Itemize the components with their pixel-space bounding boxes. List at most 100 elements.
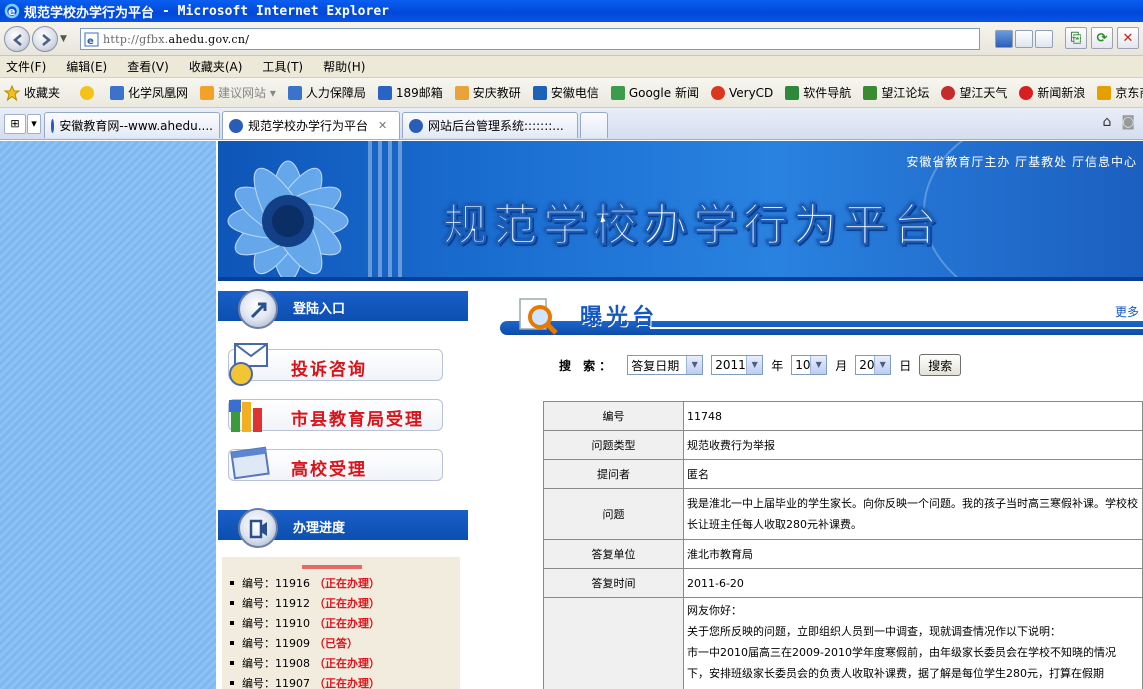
favorites-button[interactable]: 收藏夹 bbox=[4, 84, 60, 101]
left-panel: 登陆入口 投诉咨询 市县教育局受理 高校受理 办理进度 编号： 11916 （正… bbox=[218, 289, 468, 689]
list-item[interactable]: 编号： 11909 （已答） bbox=[222, 633, 460, 653]
help-icon[interactable] bbox=[1015, 30, 1033, 48]
fav-item-12[interactable]: 京东商城 bbox=[1097, 84, 1143, 101]
compat-view-icon[interactable] bbox=[995, 30, 1013, 48]
menu-favorites[interactable]: 收藏夹(A) bbox=[189, 58, 243, 75]
tab-gfbx[interactable]: 规范学校办学行为平台 ✕ bbox=[222, 111, 400, 139]
table-row: 答复单位 淮北市教育局 bbox=[543, 539, 1143, 569]
site-icon bbox=[1097, 85, 1112, 100]
table-row: 问题类型 规范收费行为举报 bbox=[543, 430, 1143, 460]
fav-item-6[interactable]: Google 新闻 bbox=[610, 84, 699, 101]
address-dropdown-icon[interactable] bbox=[1035, 30, 1053, 48]
table-row: 编号 11748 bbox=[543, 401, 1143, 431]
favorites-bar: 收藏夹 化学凤凰网 建议网站 ▾ 人力保障局 189邮箱 安庆教研 安徽电信 G… bbox=[0, 78, 1143, 108]
list-item[interactable]: 编号： 11907 （正在办理） bbox=[222, 673, 460, 689]
menu-file[interactable]: 文件(F) bbox=[6, 58, 46, 75]
fav-item-2[interactable]: 人力保障局 bbox=[287, 84, 366, 101]
detail-table: 编号 11748 问题类型 规范收费行为举报 提问者 匿名 问题 我是淮北一中上届毕业的… bbox=[543, 401, 1143, 689]
forward-button[interactable] bbox=[32, 26, 58, 52]
address-bar[interactable]: e http://gfbx.ahedu.gov.cn/ bbox=[80, 28, 980, 50]
table-row: 答复时间 2011-6-20 bbox=[543, 568, 1143, 598]
menu-view[interactable]: 查看(V) bbox=[127, 58, 169, 75]
site-banner: 安徽省教育厅主办 厅基教处 厅信息中心 规范学校办学行为平台 bbox=[218, 141, 1143, 281]
login-badge-icon bbox=[238, 289, 278, 329]
menu-bar: 文件(F) 编辑(E) 查看(V) 收藏夹(A) 工具(T) 帮助(H) bbox=[0, 56, 1143, 78]
list-item[interactable]: 编号： 11912 （正在办理） bbox=[222, 593, 460, 613]
fav-item-4[interactable]: 安庆教研 bbox=[454, 84, 521, 101]
chevron-down-icon: ▼ bbox=[686, 356, 703, 374]
site-title: 规范学校办学行为平台 bbox=[443, 200, 943, 252]
stop-icon[interactable]: ✕ bbox=[1117, 27, 1139, 49]
site-icon bbox=[863, 85, 878, 100]
back-button[interactable] bbox=[4, 26, 30, 52]
tab-ahedu[interactable]: 安徽教育网--www.ahedu.... bbox=[44, 112, 220, 138]
menu-tools[interactable]: 工具(T) bbox=[262, 58, 303, 75]
add-favorite-icon[interactable] bbox=[80, 85, 98, 100]
page-background bbox=[0, 141, 216, 689]
tab-list-icon[interactable]: ▾ bbox=[27, 114, 41, 134]
site-icon bbox=[287, 85, 302, 100]
progress-badge-icon bbox=[238, 508, 278, 548]
search-label: 搜 索： bbox=[559, 358, 616, 373]
site-icon bbox=[532, 85, 547, 100]
list-item[interactable]: 编号： 11910 （正在办理） bbox=[222, 613, 460, 633]
fav-item-3[interactable]: 189邮箱 bbox=[377, 84, 443, 101]
search-field-select[interactable]: 答复日期 ▼ bbox=[627, 355, 704, 375]
quick-tabs-icon[interactable]: ⊞ bbox=[4, 114, 26, 134]
fav-item-5[interactable]: 安徽电信 bbox=[532, 84, 599, 101]
home-icon[interactable]: ⌂ bbox=[1103, 114, 1112, 130]
more-link[interactable]: 更多 bbox=[1115, 303, 1139, 320]
address-toolbar: ▼ e http://gfbx.ahedu.gov.cn/ ⎘ ⟳ ✕ bbox=[0, 22, 1143, 56]
table-row: 网友你好： 关于您所反映的问题，立即组织人员到一中调查，现就调查情况作以下说明：… bbox=[543, 597, 1143, 689]
refresh-icon[interactable]: ⟳ bbox=[1091, 27, 1113, 49]
new-tab-button[interactable] bbox=[580, 112, 608, 138]
search-form: 搜 索： 答复日期 ▼ 2011 ▼ 年 10 ▼ 月 20 ▼ 日 搜索 bbox=[545, 353, 962, 377]
list-item[interactable]: 编号： 11916 （正在办理） bbox=[222, 573, 460, 593]
complaint-button[interactable]: 投诉咨询 bbox=[228, 343, 443, 386]
fav-item-9[interactable]: 望江论坛 bbox=[863, 84, 929, 101]
list-item[interactable]: 编号： 11908 （正在办理） bbox=[222, 653, 460, 673]
answer-text: 网友你好： 关于您所反映的问题，立即组织人员到一中调查，现就调查情况作以下说明：… bbox=[683, 597, 1143, 689]
university-button[interactable]: 高校受理 bbox=[228, 446, 443, 481]
day-select[interactable]: 20 ▼ bbox=[855, 355, 892, 375]
window-app-name: - Microsoft Internet Explorer bbox=[162, 3, 389, 19]
progress-header: 办理进度 bbox=[218, 508, 468, 548]
fav-item-7[interactable]: VeryCD bbox=[710, 85, 773, 100]
fav-item-10[interactable]: 望江天气 bbox=[941, 84, 1007, 101]
site-icon bbox=[1019, 85, 1034, 100]
year-select[interactable]: 2011 ▼ bbox=[711, 355, 764, 375]
page-icon: e bbox=[84, 32, 99, 47]
forward-arrow-icon bbox=[42, 34, 51, 46]
mail-icon bbox=[229, 343, 268, 386]
menu-help[interactable]: 帮助(H) bbox=[323, 58, 365, 75]
fav-item-11[interactable]: 新闻新浪 bbox=[1019, 84, 1085, 101]
site-icon bbox=[110, 85, 125, 100]
site-icon bbox=[200, 85, 215, 100]
close-tab-icon[interactable]: ✕ bbox=[378, 119, 387, 132]
bar-chart-icon bbox=[229, 400, 262, 432]
site-icon bbox=[377, 85, 392, 100]
star-icon bbox=[4, 84, 20, 101]
rss-feed-icon[interactable]: ◙ bbox=[1121, 114, 1135, 130]
site-icon bbox=[785, 85, 800, 100]
svg-text:e: e bbox=[87, 36, 94, 47]
history-dropdown-icon[interactable]: ▼ bbox=[60, 34, 67, 44]
ie-icon: e bbox=[4, 3, 20, 19]
city-bureau-button[interactable]: 市县教育局受理 bbox=[228, 399, 443, 432]
fav-item-8[interactable]: 软件导航 bbox=[785, 84, 851, 101]
month-select[interactable]: 10 ▼ bbox=[791, 355, 828, 375]
exposure-title: 曝光台 bbox=[580, 305, 659, 330]
back-arrow-icon bbox=[13, 34, 22, 46]
window-title: 规范学校办学行为平台 bbox=[24, 5, 155, 21]
magnifier-icon bbox=[519, 298, 558, 335]
table-row: 问题 我是淮北一中上届毕业的学生家长。向你反映一个问题。我的孩子当时高三寒假补课。… bbox=[543, 488, 1143, 540]
window-titlebar: e 规范学校办学行为平台 - Microsoft Internet Explor… bbox=[0, 0, 1143, 22]
compat-icon[interactable]: ⎘ bbox=[1065, 27, 1087, 49]
fav-item-0[interactable]: 化学凤凰网 bbox=[110, 84, 188, 101]
login-header: 登陆入口 bbox=[218, 289, 468, 329]
tab-admin[interactable]: 网站后台管理系统:::::::... bbox=[402, 112, 578, 138]
menu-edit[interactable]: 编辑(E) bbox=[66, 58, 107, 75]
site-icon bbox=[710, 85, 725, 100]
search-button[interactable]: 搜索 bbox=[919, 354, 962, 376]
fav-item-1[interactable]: 建议网站 ▾ bbox=[200, 84, 276, 101]
